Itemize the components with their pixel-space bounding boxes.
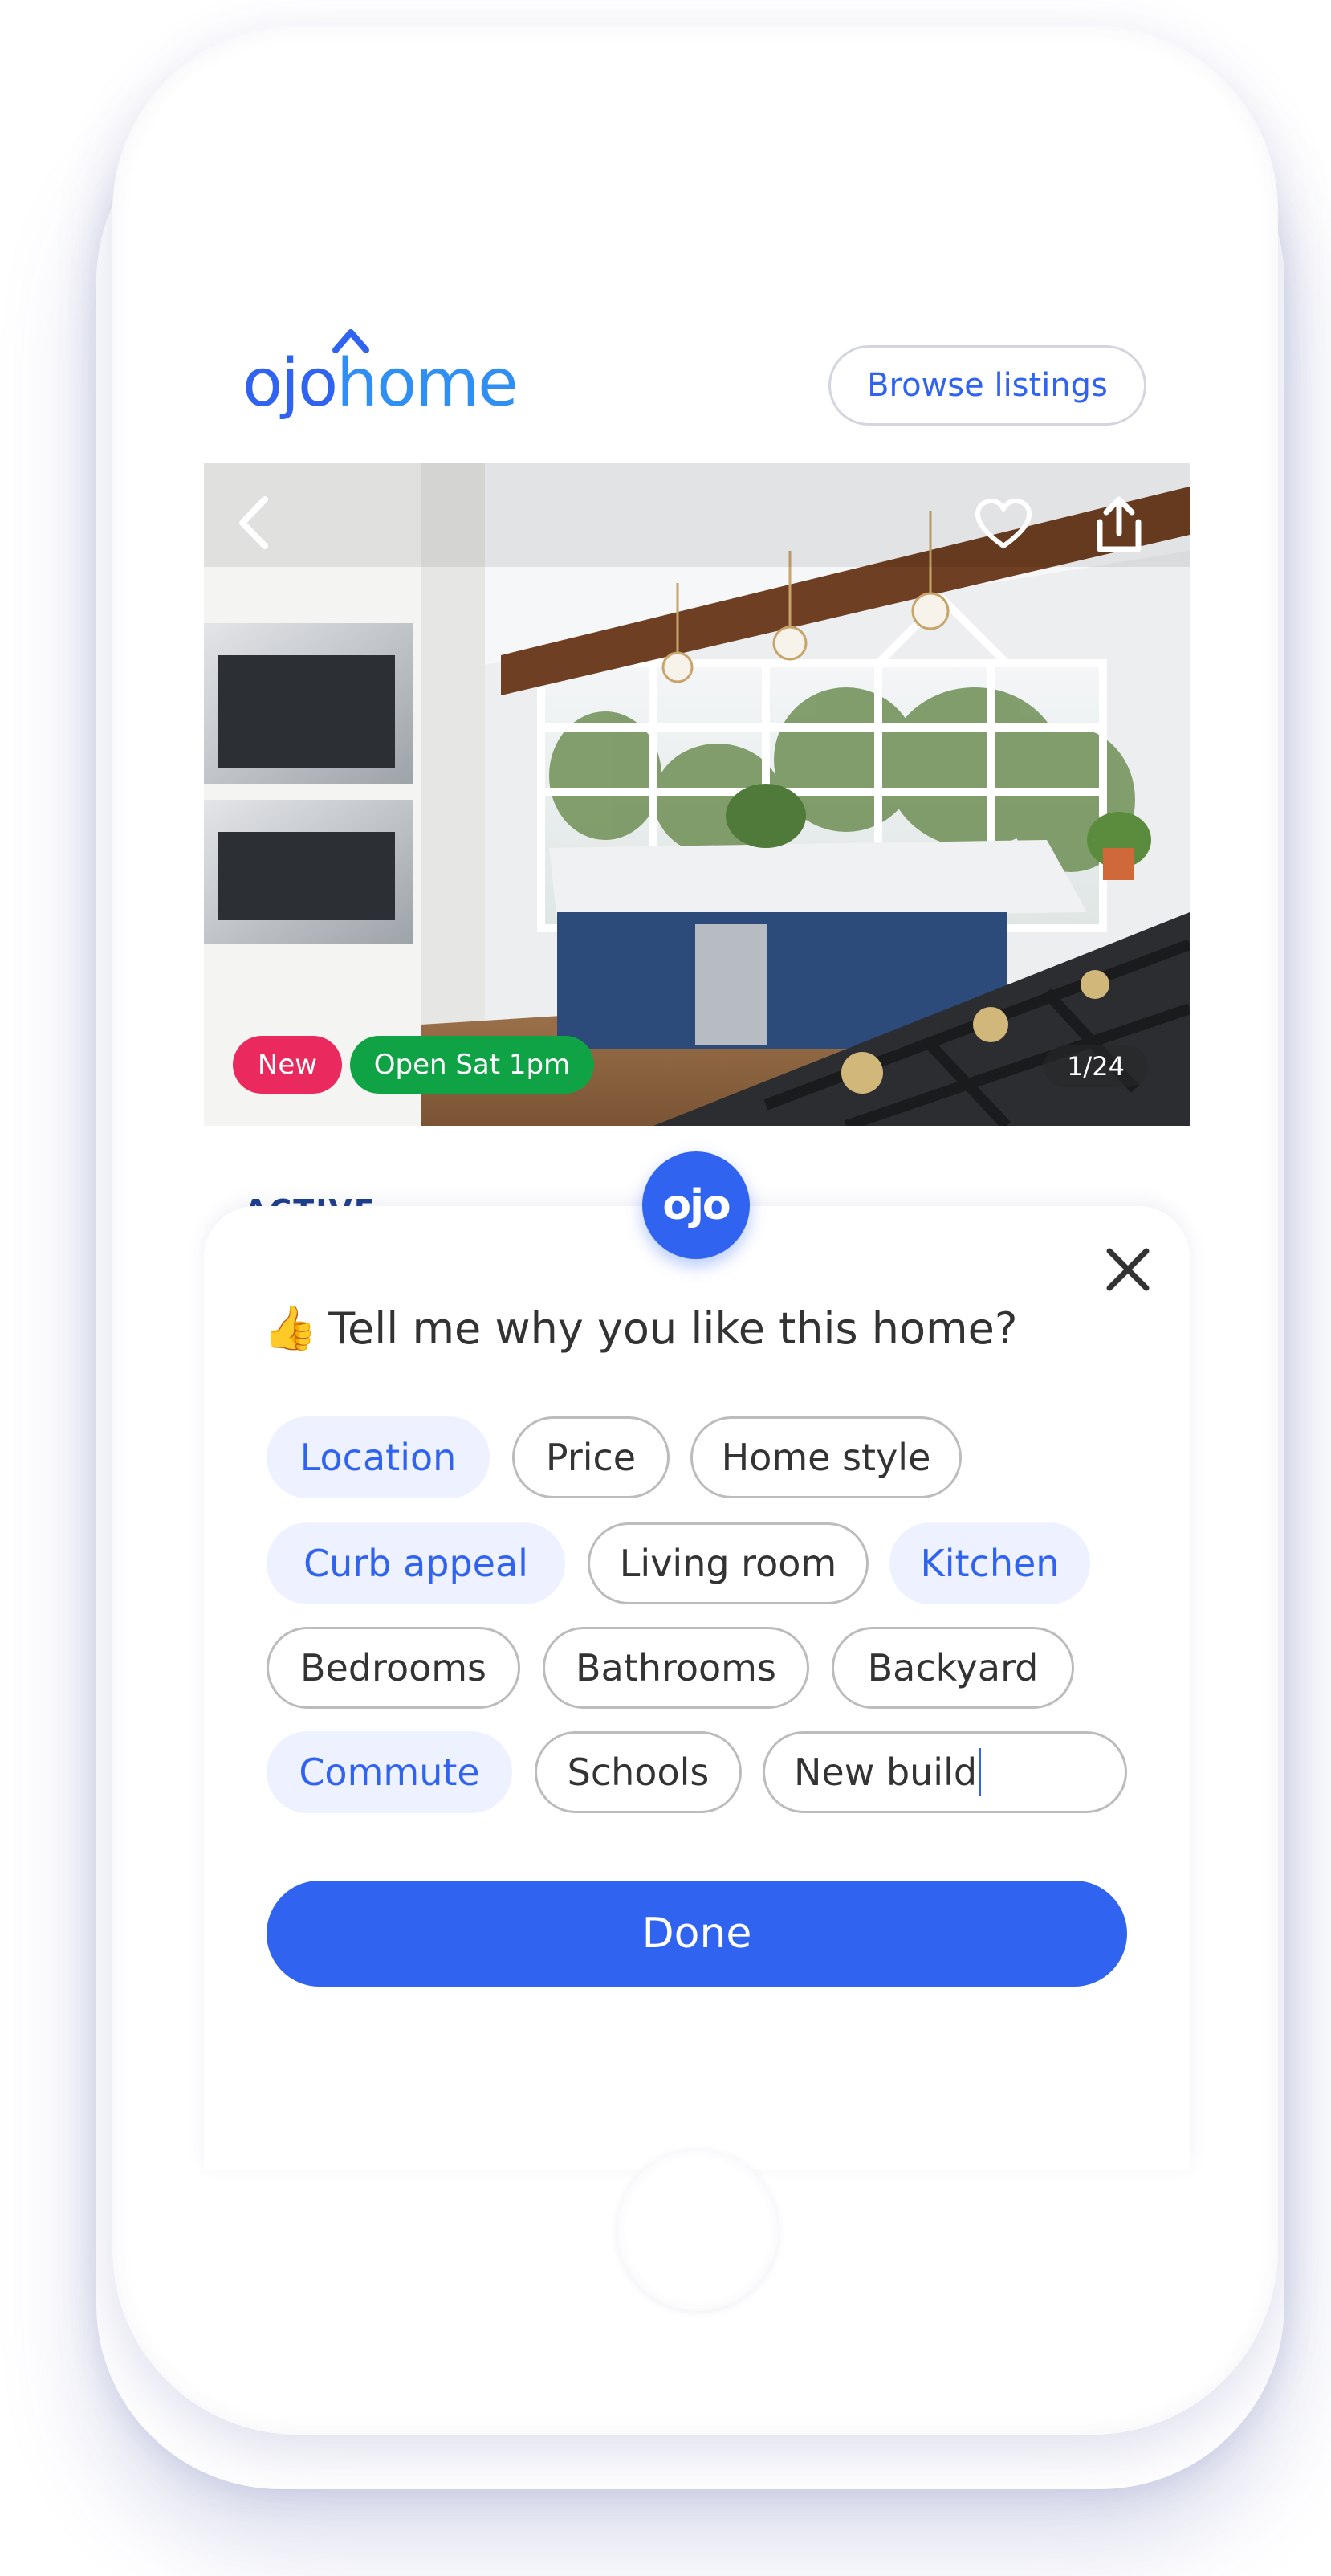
chip-home-style[interactable]: Home style (690, 1416, 962, 1498)
logo-roof-icon (332, 329, 369, 353)
thumbs-up-icon: 👍 (263, 1302, 318, 1353)
browse-listings-button[interactable]: Browse listings (828, 345, 1146, 426)
back-button[interactable] (236, 495, 300, 559)
badge-open-house: Open Sat 1pm (350, 1036, 594, 1094)
listing-photo[interactable] (204, 463, 1190, 1126)
chip-living-room[interactable]: Living room (588, 1522, 869, 1604)
chip-backyard[interactable]: Backyard (832, 1627, 1074, 1709)
close-button[interactable] (1100, 1241, 1156, 1298)
device-home-button[interactable] (617, 2149, 779, 2311)
app-screen: ojohome Browse listings New Open Sat 1pm… (0, 0, 1331, 2576)
ojo-avatar-label: ojo (662, 1181, 731, 1229)
chip-bathrooms[interactable]: Bathrooms (543, 1627, 809, 1709)
logo-text-home: home (336, 345, 518, 422)
done-button[interactable]: Done (267, 1881, 1127, 1987)
chip-location[interactable]: Location (267, 1416, 490, 1498)
text-caret (979, 1748, 982, 1796)
chevron-left-icon (239, 496, 268, 549)
badge-new: New (233, 1036, 342, 1094)
logo-text-oj: oj (242, 345, 299, 422)
close-icon (1106, 1248, 1150, 1291)
chip-price[interactable]: Price (512, 1416, 670, 1498)
photo-counter: 1/24 (1044, 1045, 1148, 1087)
logo-text-o: o (297, 345, 338, 422)
custom-reason-input[interactable]: New build (763, 1731, 1127, 1813)
kitchen-photo-illustration (204, 463, 1190, 1126)
chip-kitchen[interactable]: Kitchen (889, 1522, 1090, 1604)
chip-schools[interactable]: Schools (535, 1731, 742, 1813)
chip-curb-appeal[interactable]: Curb appeal (267, 1522, 565, 1604)
heart-icon (975, 499, 1032, 548)
feedback-question: 👍 Tell me why you like this home? (263, 1296, 1018, 1360)
favorite-button[interactable] (975, 498, 1039, 562)
share-icon (1097, 496, 1142, 552)
custom-reason-value: New build (794, 1751, 978, 1794)
share-button[interactable] (1093, 495, 1158, 564)
ojo-home-logo[interactable]: ojohome (242, 329, 519, 424)
chip-bedrooms[interactable]: Bedrooms (267, 1627, 520, 1709)
question-text: Tell me why you like this home? (328, 1302, 1018, 1354)
chip-commute[interactable]: Commute (267, 1731, 512, 1813)
ojo-assistant-avatar: ojo (642, 1151, 750, 1259)
